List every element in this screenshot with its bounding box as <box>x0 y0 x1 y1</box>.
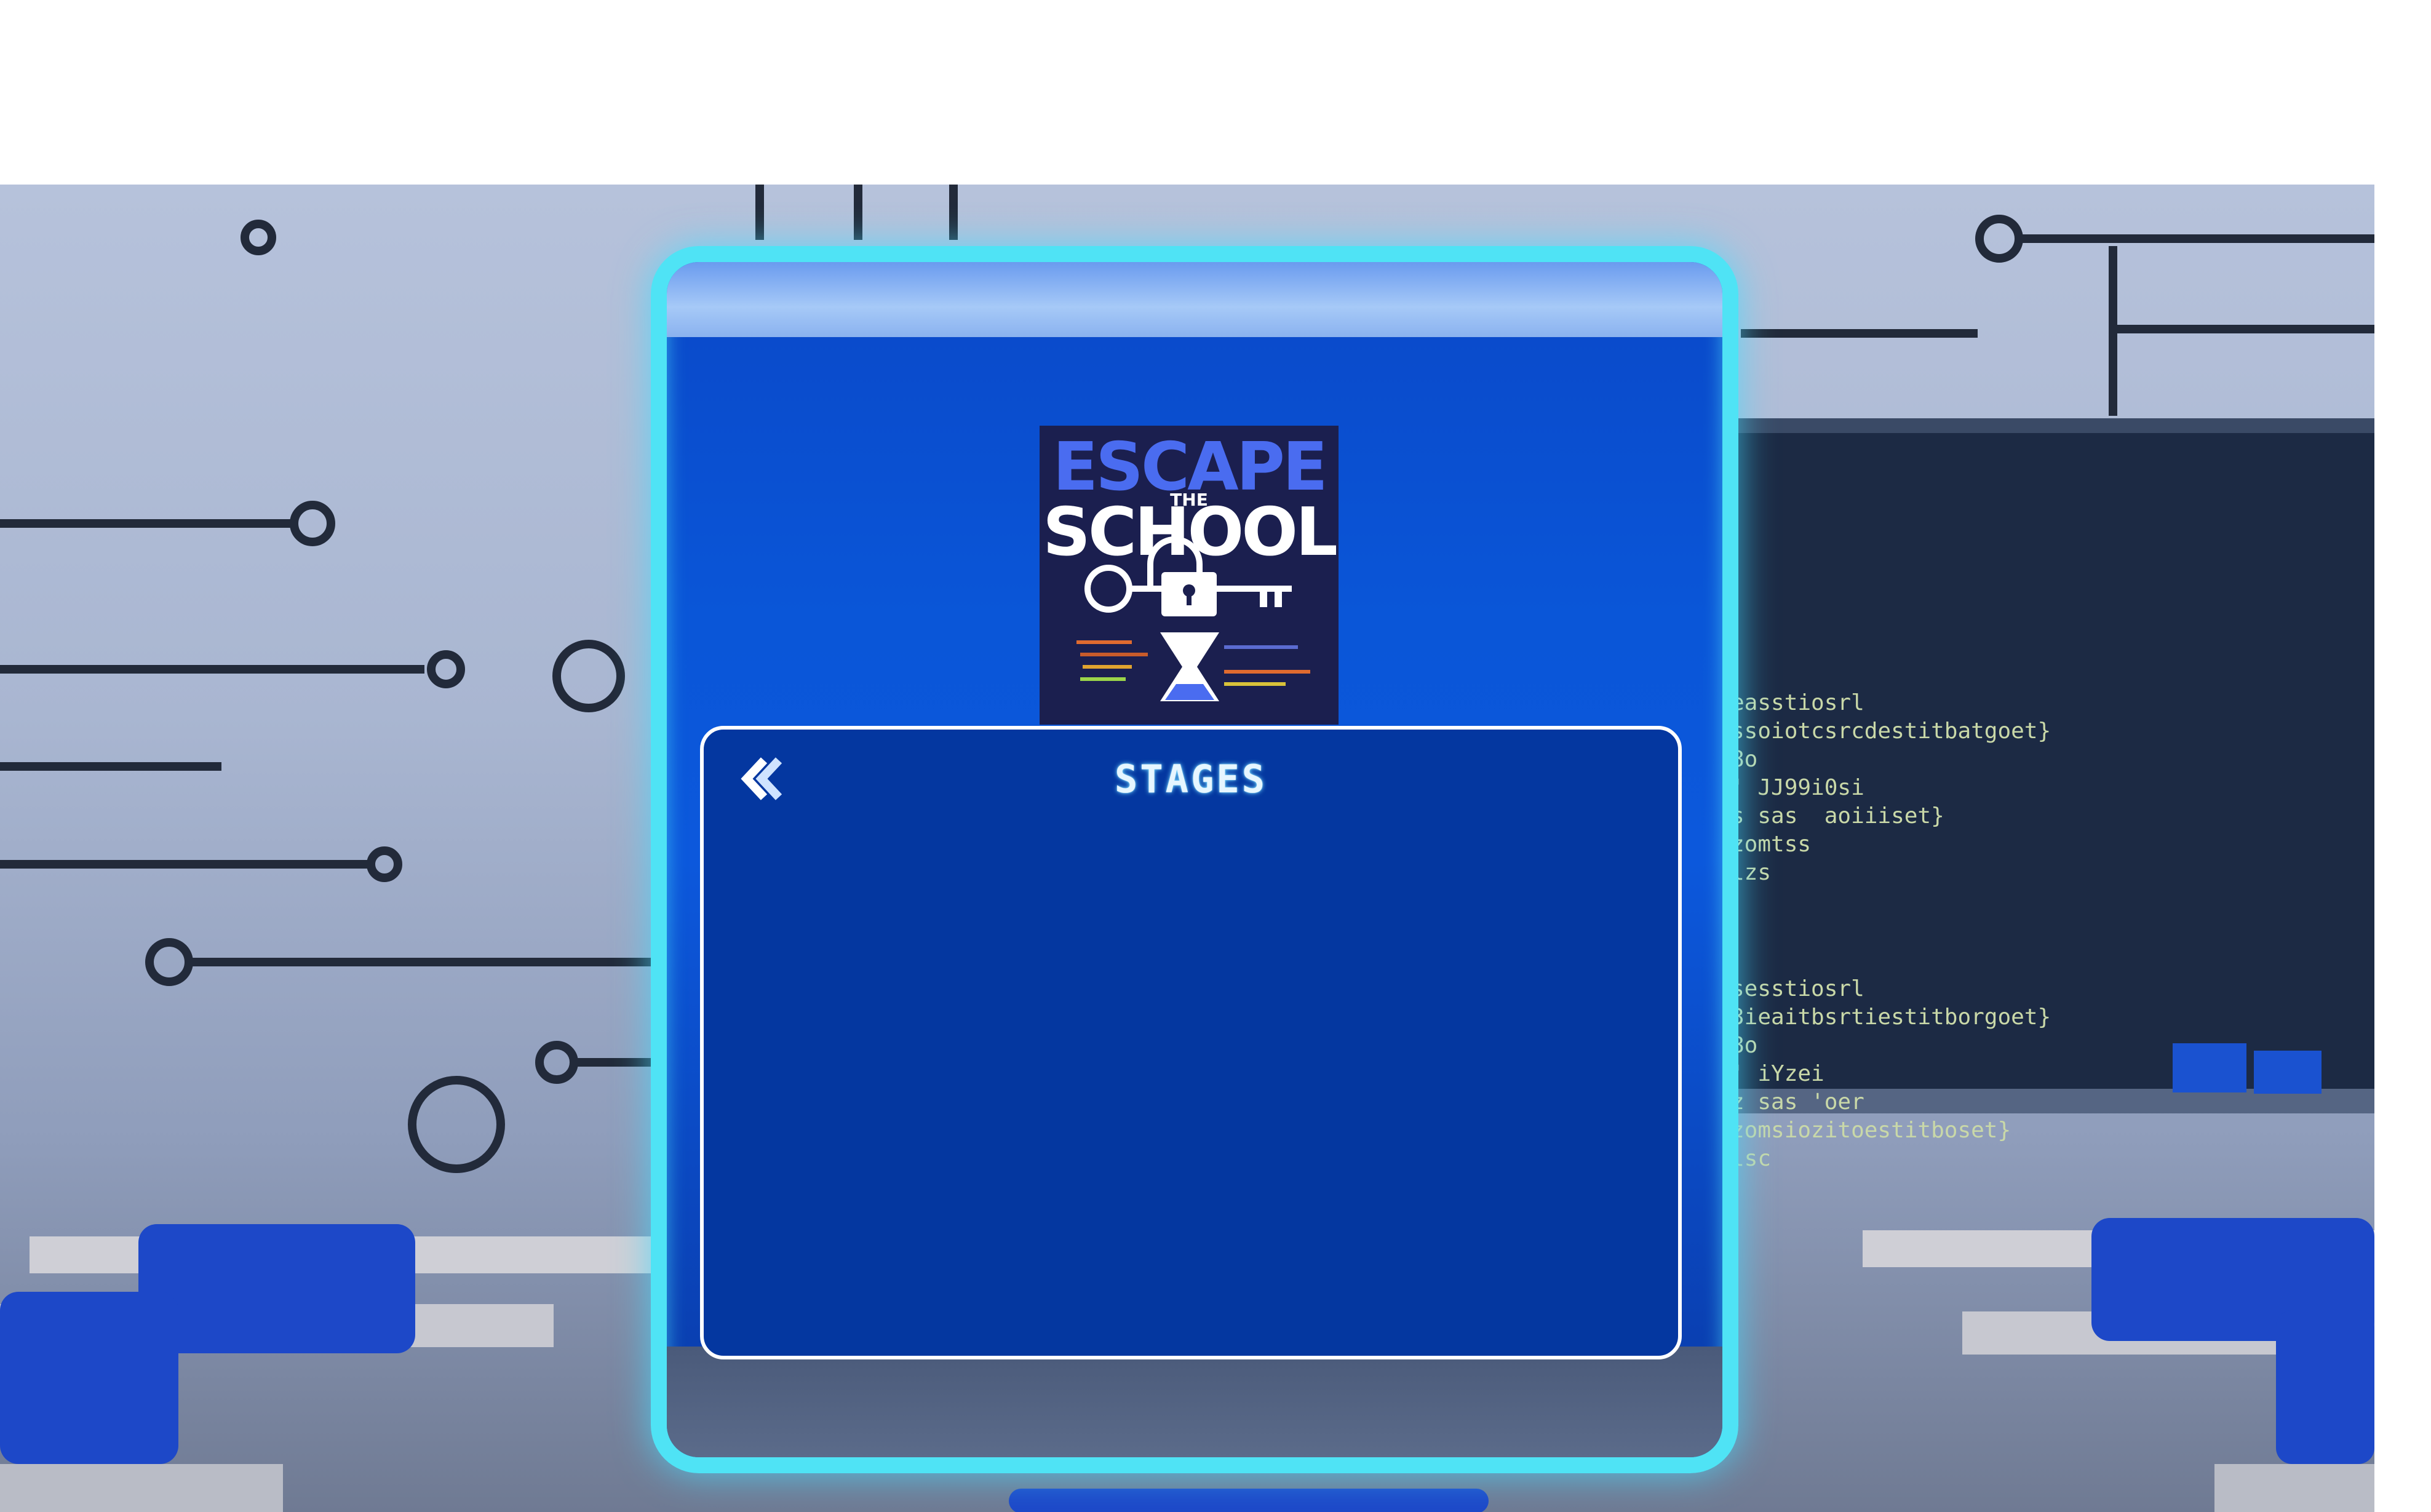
escape-the-school-logo: ESCAPE THE SCHOOL <box>1040 426 1339 725</box>
panel-floor <box>667 1347 1722 1457</box>
lock-key-hourglass-icon <box>1076 536 1310 701</box>
stages-title: STAGES <box>1115 757 1267 802</box>
chalkboard-code-b: sesstiosrl 3ieaitbsrtiestitborgoet} 8o '… <box>1731 976 2051 1171</box>
stages-dialog: STAGES <box>700 726 1682 1359</box>
panel-header-bar <box>667 262 1722 337</box>
chalkboard-code-a: easstiosrl ssoiotcsrcdestitbatgoet} 8o '… <box>1731 690 2051 885</box>
